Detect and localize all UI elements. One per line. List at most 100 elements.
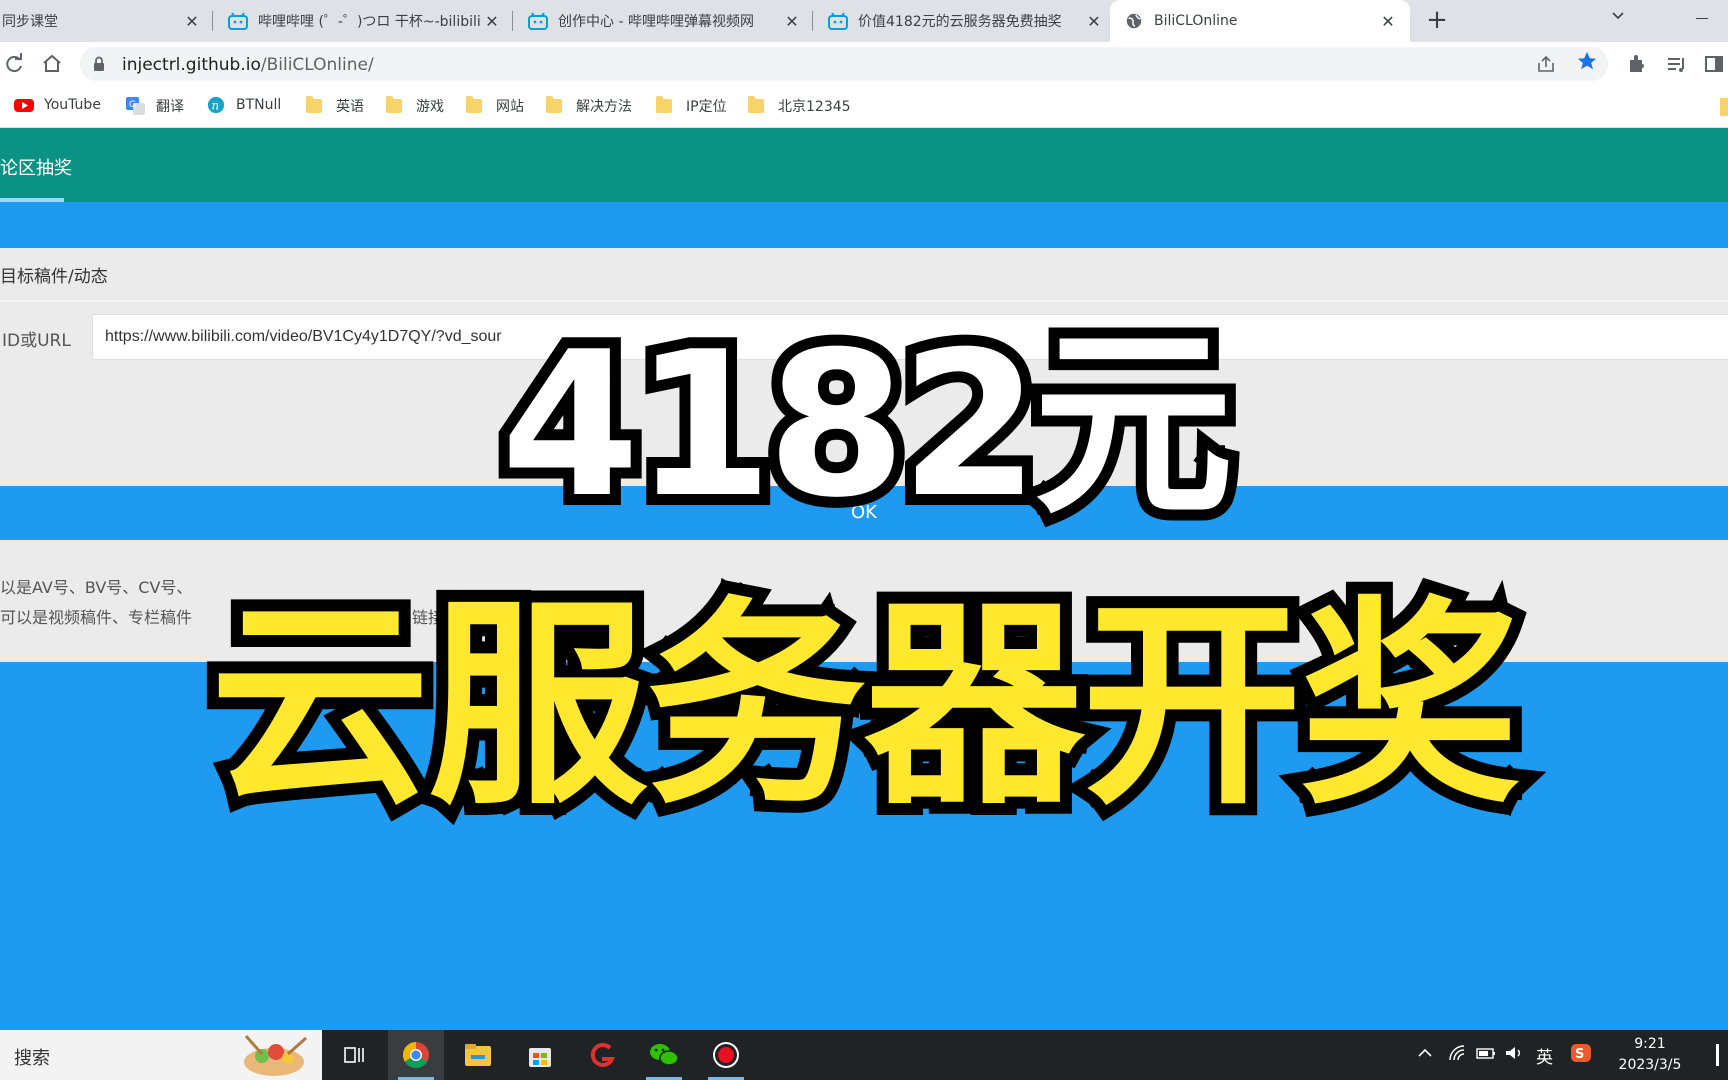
btnull-icon: n <box>207 96 225 114</box>
bookmark-youtube[interactable]: YouTube <box>14 96 101 114</box>
extensions-icon[interactable] <box>1622 50 1650 78</box>
wechat-icon <box>650 1044 679 1066</box>
close-icon[interactable]: ✕ <box>1376 12 1400 31</box>
close-icon[interactable]: ✕ <box>1082 12 1106 31</box>
lock-icon[interactable] <box>92 56 106 72</box>
url-path: /BiliCLOnline/ <box>260 55 374 75</box>
home-icon[interactable] <box>38 50 66 78</box>
tab-divider <box>212 11 213 31</box>
clock-time: 9:21 <box>1634 1036 1666 1052</box>
sogou-ime-icon[interactable]: S <box>1570 1042 1592 1064</box>
bookmark-btnull[interactable]: n BTNull <box>206 96 281 114</box>
store-icon <box>529 1048 551 1067</box>
search-highlight-illustration <box>244 1035 307 1076</box>
bookmark-overflow-folder[interactable] <box>1720 98 1728 116</box>
taskbar-chrome[interactable] <box>388 1030 444 1080</box>
folder-icon <box>306 96 326 115</box>
app-bar: 论区抽奖 <box>0 128 1728 202</box>
bookmark-folder-ip-lookup[interactable]: IP定位 <box>656 96 727 116</box>
tab-5-active[interactable]: BiliCLOnline ✕ <box>1110 0 1410 42</box>
windows-taskbar: 搜索 英 S 9:21 2023/3/5 <box>0 1030 1728 1080</box>
task-view-button[interactable] <box>326 1030 382 1080</box>
system-clock[interactable]: 9:21 2023/3/5 <box>1608 1034 1692 1076</box>
tab-title: 哔哩哔哩 (゜-゜)つロ 干杯~-bilibili <box>258 14 480 30</box>
tab-1[interactable]: 同步课堂 ✕ <box>0 0 204 42</box>
folder-icon <box>748 96 768 115</box>
headline-price: 4182元 <box>490 298 1245 553</box>
close-icon[interactable]: ✕ <box>780 12 804 31</box>
headline-cloud-server-draw: 云服务器开奖 <box>198 566 1532 846</box>
folder-icon <box>386 96 406 115</box>
bookmark-label: BTNull <box>236 97 282 113</box>
bilibili-icon <box>528 12 548 30</box>
show-desktop-button[interactable] <box>1716 1044 1719 1066</box>
tab-title: 创作中心 - 哔哩哔哩弹幕视频网 <box>558 14 754 30</box>
bookmark-folder-sites[interactable]: 网站 <box>466 96 524 116</box>
url-text[interactable]: injectrl.github.io/BiliCLOnline/ <box>122 55 374 75</box>
tab-divider <box>812 11 813 31</box>
bookmarks-bar: YouTube G 翻译 n BTNull 英语 游戏 网站 解决方法 IP定位… <box>0 88 1728 128</box>
chevron-up-icon[interactable] <box>1416 1044 1434 1062</box>
folder-icon <box>656 96 676 115</box>
youtube-icon <box>14 99 34 112</box>
bookmark-label: 英语 <box>336 99 364 115</box>
bookmark-folder-english[interactable]: 英语 <box>306 96 364 116</box>
bookmark-folder-beijing-12345[interactable]: 北京12345 <box>748 96 851 116</box>
address-bar[interactable]: injectrl.github.io/BiliCLOnline/ <box>80 47 1608 81</box>
task-view-icon <box>344 1047 364 1063</box>
browser-toolbar: injectrl.github.io/BiliCLOnline/ <box>0 42 1728 88</box>
nav-tab-comment-lottery[interactable]: 论区抽奖 <box>0 154 72 180</box>
chrome-icon <box>402 1041 429 1069</box>
bookmark-star-icon[interactable] <box>1576 50 1598 72</box>
bookmark-label: YouTube <box>44 97 101 113</box>
battery-icon[interactable] <box>1476 1044 1496 1062</box>
tab-title: 同步课堂 <box>2 14 58 30</box>
bookmark-folder-games[interactable]: 游戏 <box>386 96 444 116</box>
volume-icon[interactable] <box>1504 1044 1524 1062</box>
folder-icon <box>466 96 486 115</box>
tab-4[interactable]: 价值4182元的云服务器免费抽奖 ✕ <box>814 0 1106 42</box>
file-explorer-icon <box>465 1044 491 1066</box>
browser-tab-strip: 同步课堂 ✕ 哔哩哔哩 (゜-゜)つロ 干杯~-bilibili ✕ 创作中心 … <box>0 0 1728 42</box>
taskbar-recorder[interactable] <box>698 1030 754 1080</box>
search-label: 搜索 <box>14 1048 50 1069</box>
clock-date: 2023/3/5 <box>1618 1057 1682 1073</box>
minimize-window-button[interactable] <box>1672 0 1728 42</box>
tab-2[interactable]: 哔哩哔哩 (゜-゜)つロ 干杯~-bilibili ✕ <box>214 0 504 42</box>
bilibili-icon <box>228 12 248 30</box>
ime-indicator[interactable]: 英 <box>1536 1043 1553 1068</box>
reading-list-icon[interactable] <box>1662 50 1690 78</box>
globe-icon <box>1126 13 1142 29</box>
tab-title: 价值4182元的云服务器免费抽奖 <box>858 14 1062 30</box>
url-host: injectrl.github.io <box>122 55 261 75</box>
taskbar-wechat[interactable] <box>636 1030 692 1080</box>
bookmark-label: 游戏 <box>416 99 444 115</box>
close-icon[interactable]: ✕ <box>180 12 204 31</box>
bookmark-translate[interactable]: G 翻译 <box>126 96 184 116</box>
wifi-icon[interactable] <box>1448 1044 1468 1062</box>
tab-divider <box>512 11 513 31</box>
folder-icon <box>546 96 566 115</box>
side-panel-icon[interactable] <box>1700 50 1728 78</box>
share-icon[interactable] <box>1536 54 1556 74</box>
bookmark-label: 解决方法 <box>576 99 632 115</box>
bilibili-icon <box>828 12 848 30</box>
bookmark-label: IP定位 <box>686 99 727 115</box>
tab-3[interactable]: 创作中心 - 哔哩哔哩弹幕视频网 ✕ <box>514 0 804 42</box>
taskbar-red-app[interactable] <box>574 1030 630 1080</box>
taskbar-store[interactable] <box>512 1030 568 1080</box>
translate-icon: G <box>126 97 145 115</box>
bookmark-label: 网站 <box>496 99 524 115</box>
chevron-down-icon[interactable] <box>1610 8 1626 24</box>
active-tab-indicator <box>0 198 64 202</box>
red-g-app-icon <box>590 1042 616 1067</box>
taskbar-file-explorer[interactable] <box>450 1030 506 1080</box>
bookmark-folder-solutions[interactable]: 解决方法 <box>546 96 632 116</box>
taskbar-search-box[interactable]: 搜索 <box>0 1030 322 1080</box>
new-tab-button[interactable]: + <box>1422 6 1452 36</box>
svg-text:n: n <box>212 99 220 113</box>
bookmark-label: 翻译 <box>156 99 184 115</box>
close-icon[interactable]: ✕ <box>480 12 504 31</box>
tab-title: BiliCLOnline <box>1154 13 1238 29</box>
reload-icon[interactable] <box>0 50 28 78</box>
